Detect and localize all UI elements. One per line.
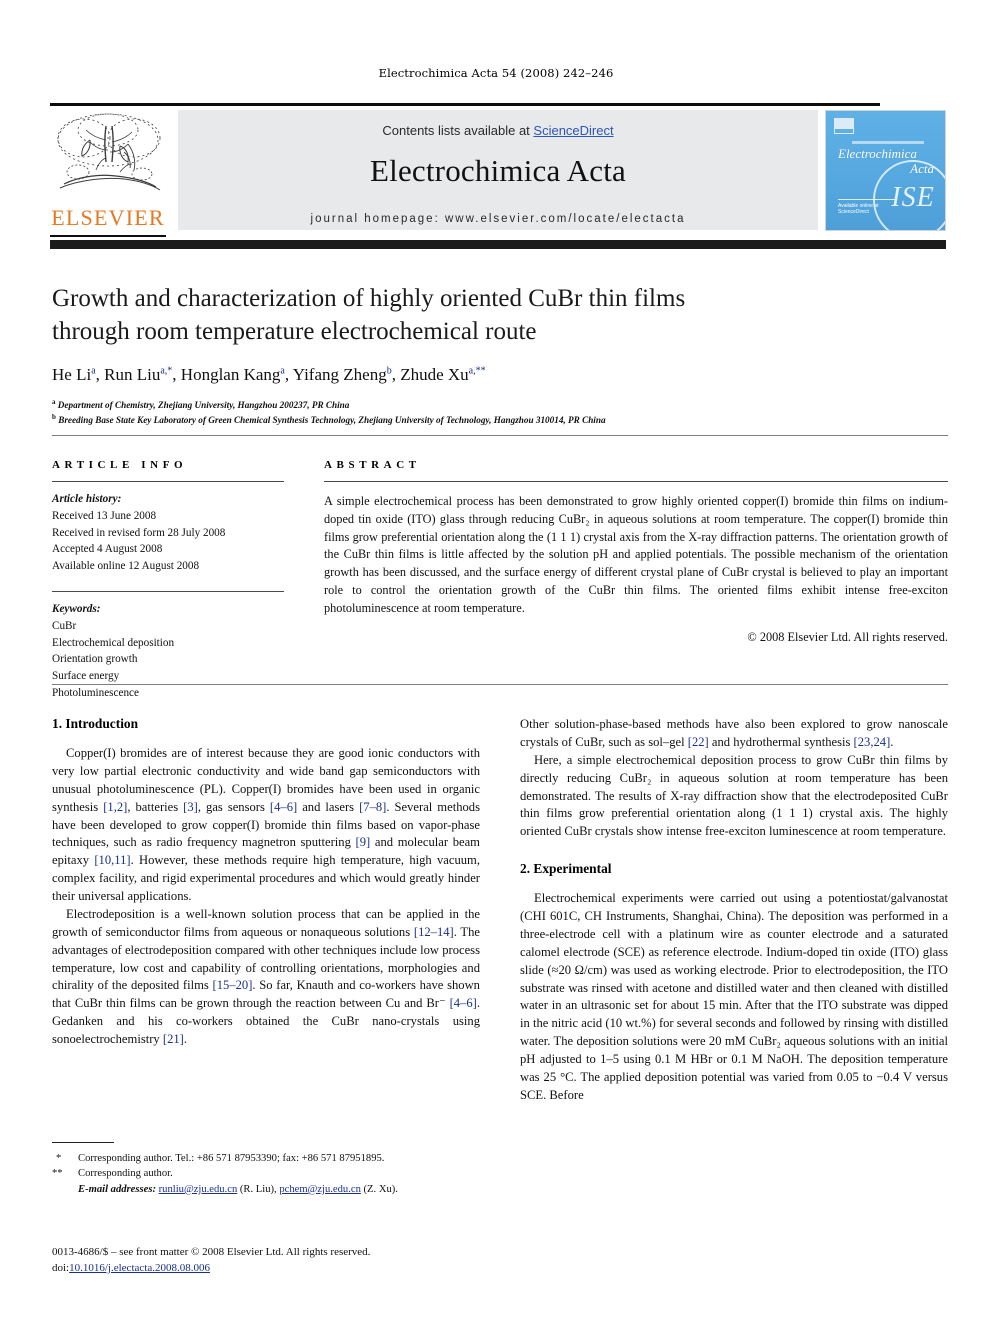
elsevier-wordmark: ELSEVIER bbox=[51, 205, 165, 230]
affiliation-b-text: Breeding Base State Key Laboratory of Gr… bbox=[58, 415, 606, 426]
elsevier-underline bbox=[50, 235, 166, 237]
doi-label: doi: bbox=[52, 1261, 70, 1274]
keyword-item: Photoluminescence bbox=[52, 686, 139, 699]
cover-top-banner bbox=[852, 141, 924, 144]
journal-header-band: Contents lists available at ScienceDirec… bbox=[178, 110, 818, 230]
section-heading-introduction: 1. Introduction bbox=[52, 716, 139, 731]
footnote-rule bbox=[52, 1142, 114, 1143]
imprint-block: 0013-4686/$ – see front matter © 2008 El… bbox=[52, 1245, 532, 1277]
body-column-right: Other solution-phase-based methods have … bbox=[520, 716, 948, 1105]
abstract-column: ABSTRACT A simple electrochemical proces… bbox=[324, 459, 948, 645]
keywords-rule bbox=[52, 590, 284, 592]
footnote-corresponding-2: ** Corresponding author. bbox=[52, 1166, 480, 1181]
footnote-corresponding-1: * Corresponding author. Tel.: +86 571 87… bbox=[52, 1151, 480, 1166]
contents-lists-prefix: Contents lists available at bbox=[382, 123, 534, 138]
imprint-doi-line: doi:10.1016/j.electacta.2008.08.006 bbox=[52, 1261, 532, 1277]
article-info-column: ARTICLE INFO Article history: Received 1… bbox=[52, 459, 284, 702]
abstract-text: A simple electrochemical process has bee… bbox=[324, 494, 948, 615]
footnote-text-2: Corresponding author. bbox=[78, 1168, 173, 1180]
masthead-bottom-bar bbox=[50, 240, 946, 249]
imprint-front-matter: 0013-4686/$ – see front matter © 2008 El… bbox=[52, 1246, 371, 1258]
footnote-mark-2: ** bbox=[52, 1168, 63, 1180]
journal-title: Electrochimica Acta bbox=[370, 153, 626, 188]
intro-paragraph-3: Other solution-phase-based methods have … bbox=[520, 717, 948, 749]
footnote-emails: E-mail addresses: runliu@zju.edu.cn (R. … bbox=[78, 1183, 398, 1195]
experimental-paragraph-1: Electrochemical experiments were carried… bbox=[520, 891, 948, 1102]
cover-title-line1: Electrochimica bbox=[838, 146, 917, 161]
intro-paragraph-4: Here, a simple electrochemical depositio… bbox=[520, 752, 948, 839]
elsevier-tree-logo: ELSEVIER bbox=[50, 110, 172, 237]
keyword-item: Surface energy bbox=[52, 670, 120, 683]
section-heading-experimental: 2. Experimental bbox=[520, 861, 612, 877]
ise-society-seal-icon: ISE bbox=[873, 160, 945, 230]
page-title: Growth and characterization of highly or… bbox=[52, 282, 948, 348]
journal-masthead: ELSEVIER Contents lists available at Sci… bbox=[50, 103, 946, 249]
contents-lists-line: Contents lists available at ScienceDirec… bbox=[178, 110, 818, 138]
history-accepted: Accepted 4 August 2008 bbox=[52, 543, 163, 556]
affiliation-mark-b: b bbox=[52, 413, 56, 422]
keywords-block: Keywords: CuBr Electrochemical depositio… bbox=[52, 601, 284, 702]
keyword-item: Orientation growth bbox=[52, 653, 138, 666]
divider-under-abstract bbox=[52, 684, 948, 685]
keyword-item: CuBr bbox=[52, 619, 77, 632]
affiliation-mark-a: a bbox=[52, 398, 56, 406]
article-history-block: Article history: Received 13 June 2008 R… bbox=[52, 491, 284, 575]
history-revised: Received in revised form 28 July 2008 bbox=[52, 526, 226, 539]
paper-title-line2: through room temperature electrochemical… bbox=[52, 318, 537, 345]
abstract-rule bbox=[324, 481, 948, 482]
body-column-left: 1. Introduction Copper(I) bromides are o… bbox=[52, 716, 480, 1049]
elsevier-tree-icon bbox=[50, 110, 166, 204]
abstract-copyright: © 2008 Elsevier Ltd. All rights reserved… bbox=[747, 629, 948, 644]
affiliation-list: a Department of Chemistry, Zhejiang Univ… bbox=[52, 397, 948, 428]
affiliation-a: a Department of Chemistry, Zhejiang Univ… bbox=[52, 397, 948, 412]
affiliation-b: b Breeding Base State Key Laboratory of … bbox=[52, 412, 948, 427]
paper-page: Electrochimica Acta 54 (2008) 242–246 EL… bbox=[0, 0, 992, 1323]
email-owner-xu: (Z. Xu). bbox=[363, 1183, 398, 1195]
running-head: Electrochimica Acta 54 (2008) 242–246 bbox=[378, 66, 614, 80]
keywords-label: Keywords: bbox=[52, 602, 101, 615]
author-list: He Lia, Run Liua,*, Honglan Kanga, Yifan… bbox=[52, 365, 486, 384]
email-owner-liu: (R. Liu) bbox=[239, 1183, 275, 1195]
email-link-xu[interactable]: pchem@zju.edu.cn bbox=[279, 1184, 361, 1195]
sciencedirect-link[interactable]: ScienceDirect bbox=[533, 123, 613, 138]
cover-elsevier-mark-icon bbox=[834, 118, 854, 134]
divider-under-affiliations bbox=[52, 435, 948, 436]
email-link-liu[interactable]: runliu@zju.edu.cn bbox=[159, 1184, 238, 1195]
footnote-mark-1: * bbox=[56, 1153, 62, 1164]
email-addresses-label: E-mail addresses: bbox=[78, 1183, 156, 1195]
intro-paragraph-2: Electrodeposition is a well-known soluti… bbox=[52, 906, 481, 1046]
article-info-rule bbox=[52, 481, 284, 482]
footnote-text-1: Corresponding author. Tel.: +86 571 8795… bbox=[78, 1153, 385, 1164]
footnotes-block: * Corresponding author. Tel.: +86 571 87… bbox=[52, 1142, 480, 1197]
title-block: Growth and characterization of highly or… bbox=[52, 282, 948, 428]
journal-homepage[interactable]: journal homepage: www.elsevier.com/locat… bbox=[178, 213, 818, 225]
affiliation-a-text: Department of Chemistry, Zhejiang Univer… bbox=[57, 400, 350, 411]
paper-title-line1: Growth and characterization of highly or… bbox=[52, 285, 686, 312]
history-online: Available online 12 August 2008 bbox=[52, 560, 200, 573]
abstract-heading: ABSTRACT bbox=[324, 459, 421, 471]
article-info-heading: ARTICLE INFO bbox=[52, 459, 188, 471]
doi-link[interactable]: 10.1016/j.electacta.2008.08.006 bbox=[69, 1262, 210, 1274]
masthead-body: ELSEVIER Contents lists available at Sci… bbox=[50, 106, 946, 237]
article-history-label: Article history: bbox=[52, 493, 122, 505]
keyword-item: Electrochemical deposition bbox=[52, 636, 175, 649]
journal-cover-thumbnail[interactable]: Electrochimica Acta Available online at … bbox=[825, 110, 946, 231]
intro-paragraph-1: Copper(I) bromides are of interest becau… bbox=[52, 746, 480, 903]
history-received: Received 13 June 2008 bbox=[52, 509, 157, 522]
